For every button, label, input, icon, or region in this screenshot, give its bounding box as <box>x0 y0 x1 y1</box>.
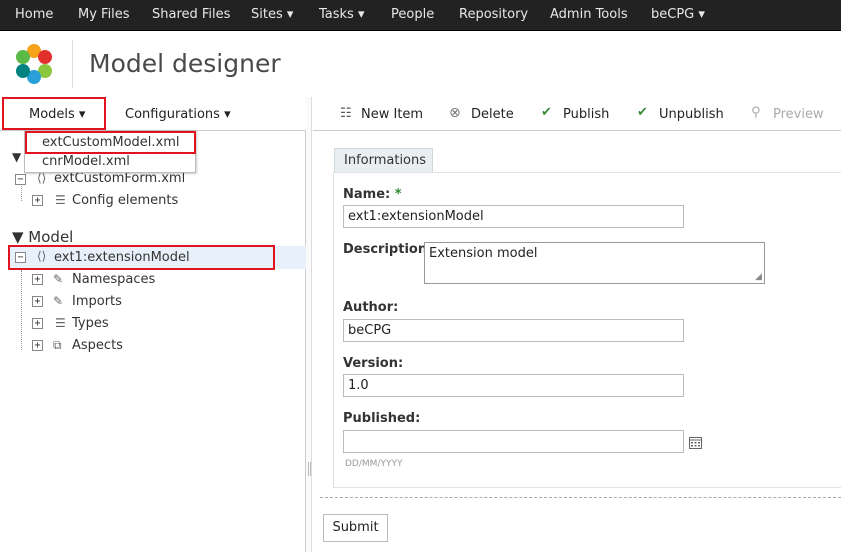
author-field[interactable]: beCPG <box>343 319 684 342</box>
preview-button: Preview <box>773 107 824 122</box>
model-section-header[interactable]: ▼ Model <box>12 228 73 246</box>
nav-people[interactable]: People <box>391 7 434 22</box>
publish-icon: ✔ <box>541 105 552 120</box>
new-item-icon: ☷ <box>340 106 352 121</box>
resize-handle-icon[interactable]: ◢ <box>755 272 762 282</box>
expand-icon[interactable]: + <box>32 274 43 285</box>
expand-icon[interactable]: + <box>32 296 43 307</box>
description-label: Description: <box>343 242 433 257</box>
published-date-field[interactable] <box>343 430 684 453</box>
nav-becpg[interactable]: beCPG ▾ <box>651 7 705 22</box>
model-highlight-box <box>8 245 275 270</box>
nav-home[interactable]: Home <box>15 7 53 22</box>
description-field[interactable]: Extension model <box>424 242 765 284</box>
version-label: Version: <box>343 356 404 371</box>
config-tree-toggle-icon[interactable]: ▼ <box>12 150 21 164</box>
aspects-icon: ⧉ <box>53 338 62 352</box>
tree-node-imports[interactable]: Imports <box>72 294 122 309</box>
list-icon: ☰ <box>55 316 66 330</box>
version-field[interactable]: 1.0 <box>343 374 684 397</box>
published-label: Published: <box>343 411 421 426</box>
unpublish-button[interactable]: Unpublish <box>659 107 724 122</box>
form-divider <box>320 497 841 498</box>
list-icon: ☰ <box>55 193 66 207</box>
header-separator <box>72 40 73 88</box>
author-label: Author: <box>343 300 399 315</box>
nav-my-files[interactable]: My Files <box>78 7 130 22</box>
preview-icon: ⚲ <box>751 105 761 120</box>
dropdown-highlight-box <box>25 131 196 154</box>
required-marker: * <box>394 187 402 202</box>
tree-node-namespaces[interactable]: Namespaces <box>72 272 155 287</box>
nav-repository[interactable]: Repository <box>459 7 528 22</box>
name-label: Name: * <box>343 187 402 202</box>
expand-icon[interactable]: + <box>32 318 43 329</box>
tree-node-aspects[interactable]: Aspects <box>72 338 123 353</box>
tag-icon: ✎ <box>53 272 64 286</box>
unpublish-icon: ✔ <box>637 105 648 120</box>
delete-button[interactable]: Delete <box>471 107 514 122</box>
right-toolbar: ☷ New Item ⊗ Delete ✔ Publish ✔ Unpublis… <box>313 97 841 131</box>
tree-node-form[interactable]: extCustomForm.xml <box>54 171 185 186</box>
publish-button[interactable]: Publish <box>563 107 609 122</box>
tree-connector <box>21 270 22 350</box>
name-field[interactable]: ext1:extensionModel <box>343 205 684 228</box>
dropdown-item-cnrmodel[interactable]: cnrModel.xml <box>42 154 130 169</box>
top-navigation-bar: Home My Files Shared Files Sites ▾ Tasks… <box>0 0 841 31</box>
expand-icon[interactable]: + <box>32 195 43 206</box>
nav-admin-tools[interactable]: Admin Tools <box>550 7 628 22</box>
new-item-button[interactable]: New Item <box>361 107 423 122</box>
submit-button[interactable]: Submit <box>323 514 388 542</box>
tag-icon: ✎ <box>53 294 64 308</box>
page-title: Model designer <box>89 49 281 78</box>
collapse-icon[interactable]: − <box>15 174 26 185</box>
tree-connector <box>21 186 22 201</box>
nav-shared-files[interactable]: Shared Files <box>152 7 230 22</box>
tree-node-config-elements[interactable]: Config elements <box>72 193 178 208</box>
date-format-hint: DD/MM/YYYY <box>345 459 403 469</box>
xml-file-icon: ⟨⟩ <box>37 171 47 185</box>
tab-informations[interactable]: Informations <box>334 148 433 172</box>
calendar-icon[interactable] <box>689 436 702 449</box>
configurations-menu-button[interactable]: Configurations ▾ <box>125 107 231 122</box>
panel-splitter[interactable] <box>306 97 312 552</box>
models-highlight-box <box>2 97 106 130</box>
delete-icon: ⊗ <box>449 105 461 121</box>
nav-sites[interactable]: Sites ▾ <box>251 7 293 22</box>
nav-tasks[interactable]: Tasks ▾ <box>319 7 365 22</box>
alfresco-logo-icon <box>16 44 52 84</box>
splitter-grip[interactable] <box>308 462 311 476</box>
tree-node-types[interactable]: Types <box>72 316 109 331</box>
expand-icon[interactable]: + <box>32 340 43 351</box>
